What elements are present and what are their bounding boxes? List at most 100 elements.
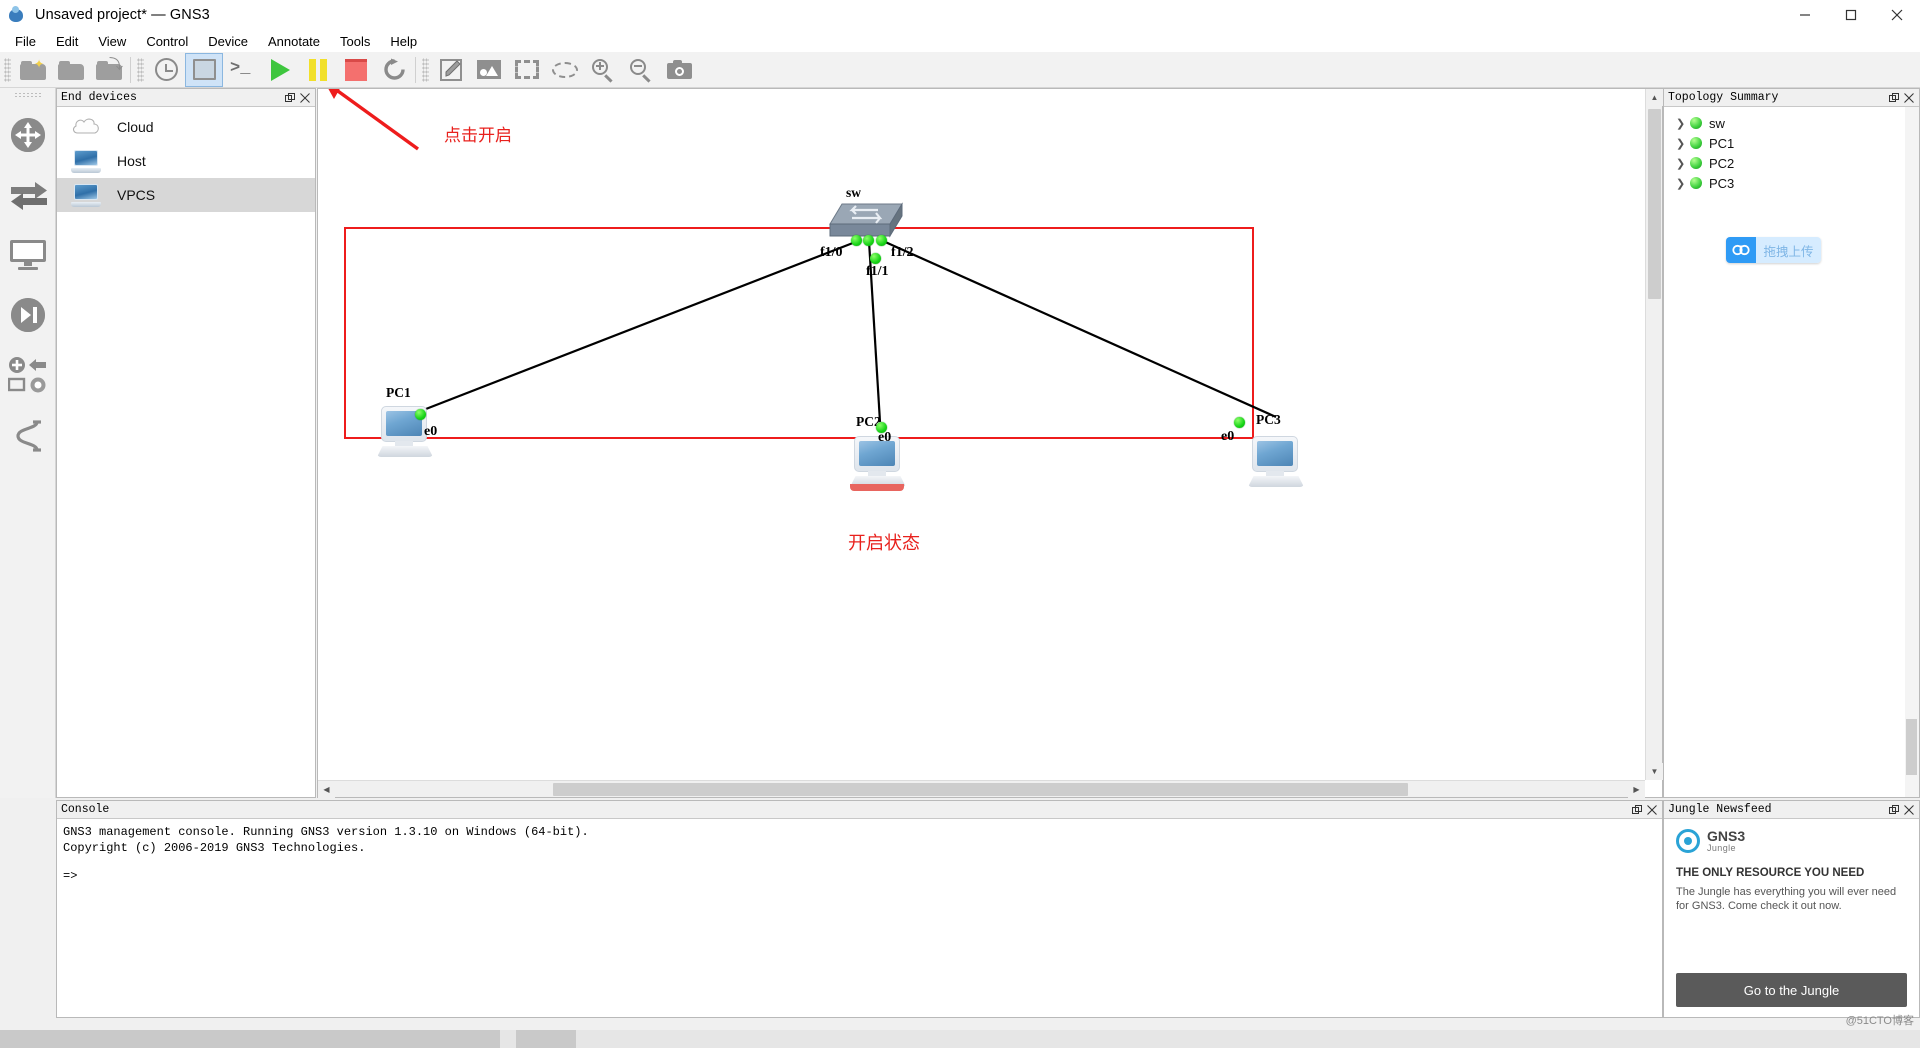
add-a-link[interactable] [2,405,54,465]
close-icon[interactable] [1645,803,1658,816]
menu-control[interactable]: Control [136,32,198,51]
node-pc3[interactable]: PC3 [1246,412,1308,492]
end-devices-icon [9,240,46,270]
canvas-vertical-scrollbar[interactable]: ▲ ▼ [1645,89,1663,780]
show-interface-labels-icon[interactable] [185,52,223,87]
device-toolbar-grip[interactable] [13,92,42,99]
device-item-host[interactable]: Host [57,144,315,178]
gns3-window: Unsaved project* — GNS3 File Edit View C… [0,0,1920,1048]
snapshot-clock-icon[interactable] [147,53,185,87]
maximize-icon[interactable] [1828,0,1874,30]
scroll-right-icon[interactable]: ▶ [1628,781,1645,798]
switches-icon [9,180,47,210]
zoom-out-icon[interactable] [622,53,660,87]
menu-annotate[interactable]: Annotate [258,32,330,51]
topology-row-pc3[interactable]: ❯ PC3 [1668,173,1919,193]
undock-icon[interactable] [283,91,296,104]
topology-canvas[interactable]: 点击开启 sw f1/0 f1/2 f1/1 PC1 e0 PC2 e0 PC3… [318,89,1645,780]
open-project-icon[interactable] [52,53,90,87]
menu-edit[interactable]: Edit [46,32,88,51]
device-item-vpcs[interactable]: VPCS [57,178,315,212]
topology-scrollbar[interactable] [1905,107,1919,797]
gns3-ring-icon [1676,829,1700,853]
topology-row-pc1[interactable]: ❯ PC1 [1668,133,1919,153]
console-title-bar: Console [57,801,1662,819]
taskbar-block[interactable] [516,1030,576,1048]
scroll-up-icon[interactable]: ▲ [1646,89,1663,106]
drag-upload-widget[interactable]: 拖拽上传 [1726,237,1821,263]
scrollbar-thumb[interactable] [553,783,1408,796]
vpcs-computer-icon [1246,434,1308,492]
jungle-content: GNS3 Jungle THE ONLY RESOURCE YOU NEED T… [1664,819,1919,1017]
end-devices-title: End devices [61,91,137,104]
close-icon[interactable] [1902,91,1915,104]
chevron-right-icon[interactable]: ❯ [1676,177,1690,190]
undock-icon[interactable] [1887,803,1900,816]
end-devices-panel: End devices Cloud Host VPCS [56,88,316,798]
console-panel: Console GNS3 management console. Running… [56,800,1663,1018]
node-sw[interactable]: sw [828,185,903,240]
browse-end-devices[interactable] [2,225,54,285]
console-prompt-icon[interactable]: >_ [223,53,261,87]
device-item-cloud[interactable]: Cloud [57,110,315,144]
browse-routers[interactable] [2,105,54,165]
toolbar-grip-3[interactable] [422,57,429,82]
chevron-right-icon[interactable]: ❯ [1676,117,1690,130]
menu-view[interactable]: View [88,32,136,51]
menu-file[interactable]: File [5,32,46,51]
menu-device[interactable]: Device [198,32,258,51]
draw-ellipse-icon[interactable] [546,53,584,87]
canvas-horizontal-scrollbar[interactable]: ◀ ▶ [318,780,1645,798]
menu-help[interactable]: Help [380,32,427,51]
taskbar-block[interactable] [0,1030,500,1048]
routers-icon [10,118,45,152]
console-output[interactable]: GNS3 management console. Running GNS3 ve… [57,819,1662,1017]
browse-all-devices[interactable] [2,345,54,405]
topology-node-list: ❯ sw ❯ PC1 ❯ PC2 ❯ PC3 [1664,107,1919,193]
jungle-newsfeed-panel: Jungle Newsfeed GNS3 Jungle THE ONLY RES… [1663,800,1920,1018]
link-status-dot [863,235,874,246]
reload-all-icon[interactable] [375,53,413,87]
jungle-title-bar: Jungle Newsfeed [1664,801,1919,819]
insert-picture-icon[interactable] [470,53,508,87]
close-icon[interactable] [1902,803,1915,816]
save-project-as-icon[interactable]: ⤵ [90,53,128,87]
console-line: Copyright (c) 2006-2019 GNS3 Technologie… [63,841,366,855]
toolbar-grip-2[interactable] [137,57,144,82]
close-icon[interactable] [1874,0,1920,30]
screenshot-icon[interactable] [660,53,698,87]
undock-icon[interactable] [1887,91,1900,104]
scroll-down-icon[interactable]: ▼ [1646,763,1663,780]
menu-tools[interactable]: Tools [330,32,380,51]
toolbar-grip[interactable] [4,57,11,82]
pause-all-icon[interactable] [299,53,337,87]
topology-row-sw[interactable]: ❯ sw [1668,113,1919,133]
new-project-icon[interactable]: ✦ [14,53,52,87]
port-label-e0: e0 [1221,429,1235,444]
chevron-right-icon[interactable]: ❯ [1676,157,1690,170]
topology-summary-panel: Topology Summary ❯ sw ❯ PC1 ❯ PC2 ❯ PC3 … [1663,88,1920,798]
end-devices-list: Cloud Host VPCS [57,107,315,212]
topology-row-pc2[interactable]: ❯ PC2 [1668,153,1919,173]
add-note-icon[interactable] [432,53,470,87]
undock-icon[interactable] [1630,803,1643,816]
minimize-icon[interactable] [1782,0,1828,30]
zoom-in-icon[interactable] [584,53,622,87]
jungle-headline: THE ONLY RESOURCE YOU NEED [1676,867,1865,879]
close-icon[interactable] [298,91,311,104]
stop-all-icon[interactable] [337,53,375,87]
scrollbar-thumb[interactable] [1648,109,1661,299]
chevron-right-icon[interactable]: ❯ [1676,137,1690,150]
topology-summary-title: Topology Summary [1668,91,1779,104]
browse-security-devices[interactable] [2,285,54,345]
end-devices-title-bar: End devices [57,89,315,107]
start-all-icon[interactable] [261,53,299,87]
draw-rectangle-icon[interactable] [508,53,546,87]
scrollbar-thumb[interactable] [1906,719,1917,775]
topology-node-name: sw [1709,115,1725,131]
scroll-left-icon[interactable]: ◀ [318,781,335,798]
jungle-body-text: The Jungle has everything you will ever … [1676,886,1897,912]
browse-switches[interactable] [2,165,54,225]
window-controls [1782,0,1920,30]
go-to-jungle-button[interactable]: Go to the Jungle [1676,973,1907,1007]
